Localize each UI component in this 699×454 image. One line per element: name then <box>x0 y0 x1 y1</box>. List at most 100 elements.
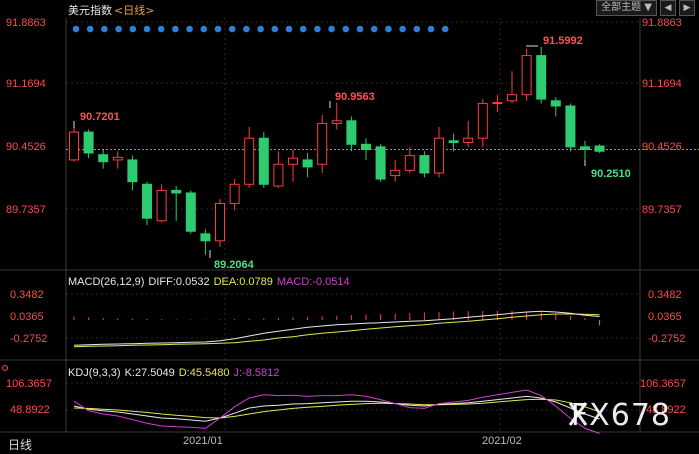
bottom-period-label[interactable]: 日线 <box>8 436 32 453</box>
event-dot <box>356 25 364 33</box>
candle <box>142 181 152 226</box>
candle <box>156 184 167 223</box>
event-dot <box>214 25 222 33</box>
candle <box>477 99 488 147</box>
candle <box>317 114 328 173</box>
event-dot <box>328 25 335 33</box>
chart-canvas: 90.7201 90.9563 89.2064 91.5992 90.2510 … <box>0 17 699 447</box>
svg-text:KDJ(9,3,3)K:27.5049D:45.5480J:: KDJ(9,3,3) K:27.5049 D:45.5480 J:-8.5812 <box>68 367 279 379</box>
candle <box>229 179 240 211</box>
event-dots <box>72 25 449 33</box>
svg-text:89.7357: 89.7357 <box>6 204 46 216</box>
candle <box>200 229 211 255</box>
chevron-down-icon: ▼ <box>644 2 652 13</box>
candle <box>127 155 138 191</box>
candle <box>536 46 547 104</box>
event-dot <box>72 25 80 33</box>
price-axis-left: 91.8863 91.1694 90.4526 89.7357 <box>6 17 46 216</box>
prev-button[interactable]: ◀ <box>660 0 676 16</box>
marker-low: 89.2064 <box>214 259 255 271</box>
candle <box>434 126 444 178</box>
kdj-collapse-icon[interactable] <box>2 365 8 371</box>
candle <box>594 144 605 153</box>
event-dot <box>157 25 165 33</box>
time-axis: 2021/01 2021/02 <box>183 435 522 447</box>
candle <box>550 97 561 117</box>
theme-select[interactable]: 全部主题 ▼ <box>596 0 657 16</box>
price-markers: 90.7201 90.9563 89.2064 91.5992 90.2510 <box>73 35 631 271</box>
event-dot <box>399 25 406 33</box>
candle <box>565 103 576 152</box>
macd-legend: MACD(26,12,9) DIFF:0.0532 DEA:0.0789 MACD:-… <box>68 276 350 288</box>
svg-text:90.4526: 90.4526 <box>642 141 682 153</box>
candle <box>507 71 517 104</box>
event-dot <box>441 25 449 33</box>
svg-text:89.7357: 89.7357 <box>642 204 682 216</box>
candle <box>331 102 342 130</box>
candle <box>390 159 401 182</box>
candle <box>361 138 371 160</box>
instrument-title: 美元指数 <box>68 4 112 17</box>
candle <box>112 151 123 169</box>
candle <box>463 120 474 147</box>
price-axis-right: 91.8863 91.1694 90.4526 89.7357 <box>642 17 682 216</box>
event-dot <box>86 25 94 33</box>
candle <box>521 48 532 101</box>
svg-text:2021/01: 2021/01 <box>183 435 223 447</box>
chevron-right-icon: ▶ <box>683 3 691 13</box>
chart-header: 美元指数 <日线> <box>68 2 154 18</box>
candle <box>448 133 459 152</box>
kdj-legend: KDJ(9,3,3) K:27.5049 D:45.5480 J:-8.5812 <box>68 367 279 379</box>
event-dot <box>385 25 392 33</box>
marker-top: 91.5992 <box>543 35 583 47</box>
candle <box>215 199 225 247</box>
kdj-axis-left: 106.3657 48.8922 <box>6 378 52 416</box>
marker-high-left: 90.7201 <box>80 111 120 123</box>
macd-histogram <box>73 310 601 326</box>
svg-text:0.0365: 0.0365 <box>10 311 44 323</box>
event-dot <box>186 25 193 33</box>
event-dot <box>299 25 307 33</box>
svg-text:0.3482: 0.3482 <box>10 289 44 301</box>
event-dot <box>200 25 208 33</box>
svg-text:106.3657: 106.3657 <box>640 378 686 390</box>
candle <box>302 152 313 178</box>
macd-axis-right: 0.3482 0.0365 -0.2752 <box>648 289 685 345</box>
candle <box>185 190 196 234</box>
candle <box>492 94 503 113</box>
candle <box>83 129 94 159</box>
toolbar: 全部主题 ▼ ◀ ▶ <box>596 0 695 16</box>
svg-text:91.8863: 91.8863 <box>6 17 46 29</box>
next-button[interactable]: ▶ <box>679 0 695 16</box>
marker-mid-high: 90.9563 <box>335 91 375 103</box>
candle <box>98 149 109 169</box>
candle <box>244 126 255 188</box>
svg-text:0.3482: 0.3482 <box>648 289 682 301</box>
svg-text:0.0365: 0.0365 <box>648 311 682 323</box>
candle <box>288 149 298 182</box>
event-dot <box>314 25 321 33</box>
svg-text:-0.2752: -0.2752 <box>648 333 685 345</box>
svg-text:2021/02: 2021/02 <box>482 435 522 447</box>
svg-text:MACD(26,12,9)DIFF:0.0532DEA:0.: MACD(26,12,9) DIFF:0.0532 DEA:0.0789 MACD:-… <box>68 276 350 288</box>
svg-text:48.8922: 48.8922 <box>10 404 50 416</box>
event-dot <box>143 25 151 33</box>
event-dot <box>413 25 421 33</box>
event-dot <box>172 25 179 33</box>
event-dot <box>342 25 350 33</box>
candle <box>171 186 182 221</box>
svg-text:91.1694: 91.1694 <box>642 78 682 90</box>
svg-text:90.4526: 90.4526 <box>6 141 46 153</box>
candle <box>258 132 269 188</box>
event-dot <box>115 25 122 33</box>
chevron-left-icon: ◀ <box>664 3 672 13</box>
event-dot <box>101 25 108 33</box>
marker-last: 90.2510 <box>591 168 631 180</box>
candle <box>273 151 284 188</box>
candle <box>69 123 79 162</box>
period-tag[interactable]: <日线> <box>114 4 154 17</box>
event-dot <box>243 25 250 33</box>
svg-text:-0.2752: -0.2752 <box>10 333 47 345</box>
event-dot <box>370 25 378 33</box>
kdj-j-line <box>73 389 600 434</box>
